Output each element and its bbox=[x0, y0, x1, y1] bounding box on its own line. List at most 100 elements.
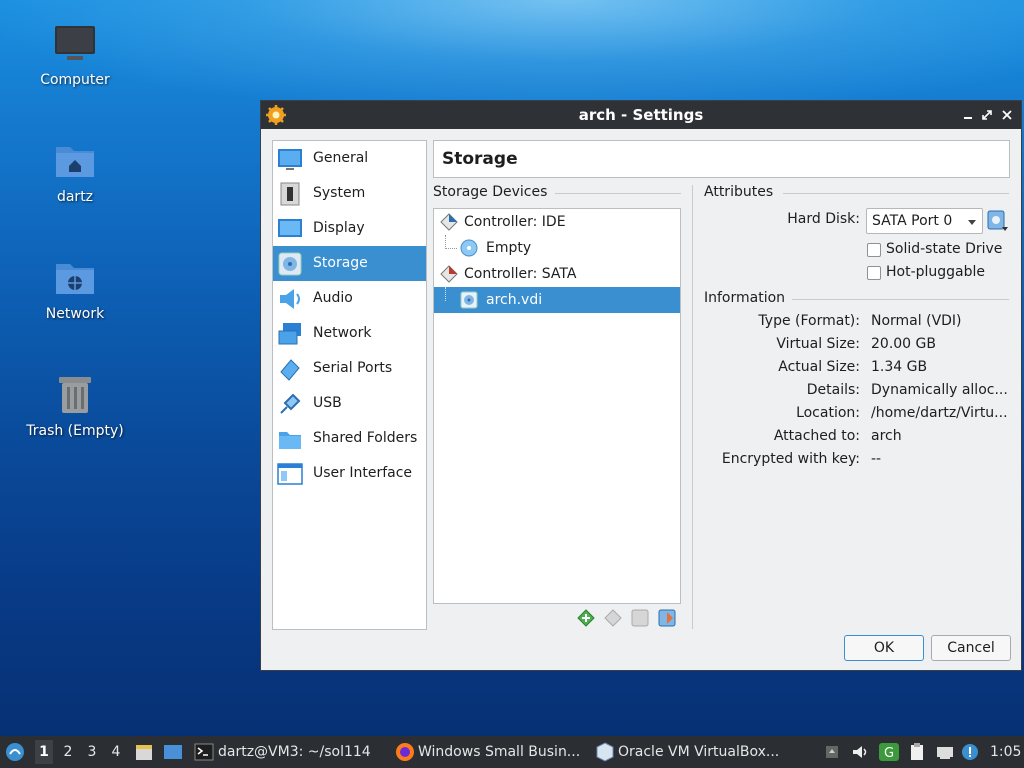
group-divider bbox=[555, 193, 681, 194]
nav-item-label: User Interface bbox=[313, 465, 413, 481]
svg-text:G: G bbox=[884, 746, 894, 761]
remove-attachment-icon[interactable] bbox=[657, 608, 677, 628]
tree-item-label: Empty bbox=[486, 240, 532, 256]
nav-item-network[interactable]: Network bbox=[273, 316, 426, 351]
desktop-icon-computer[interactable]: Computer bbox=[15, 22, 135, 88]
close-button[interactable] bbox=[997, 105, 1017, 125]
workspace-2[interactable]: 2 bbox=[59, 744, 77, 760]
trash-icon bbox=[53, 373, 97, 417]
group-divider bbox=[792, 299, 1009, 300]
nav-item-label: General bbox=[313, 150, 369, 166]
serial-ports-icon bbox=[277, 356, 303, 382]
hard-disk-label: Hard Disk: bbox=[787, 211, 860, 227]
desktop-icon-label: dartz bbox=[56, 189, 94, 205]
remove-controller-icon[interactable] bbox=[603, 608, 623, 628]
desktop-icon-trash[interactable]: Trash (Empty) bbox=[15, 373, 135, 439]
nav-item-label: System bbox=[313, 185, 366, 201]
chevron-down-icon bbox=[968, 220, 976, 225]
nav-item-system[interactable]: System bbox=[273, 176, 426, 211]
tree-item-empty[interactable]: Empty bbox=[434, 235, 680, 261]
workspace-4[interactable]: 4 bbox=[107, 744, 125, 760]
settings-dialog: arch - Settings General System Display S… bbox=[260, 100, 1022, 671]
usb-icon bbox=[277, 391, 303, 417]
app-menu-icon[interactable] bbox=[5, 742, 25, 762]
home-folder-icon bbox=[53, 139, 97, 183]
close-icon bbox=[1002, 110, 1012, 120]
desktop-icon-network[interactable]: Network bbox=[15, 256, 135, 322]
file-manager-icon[interactable] bbox=[134, 742, 154, 762]
tree-item-controller-sata[interactable]: Controller: SATA bbox=[434, 261, 680, 287]
tray-arrow-icon[interactable] bbox=[822, 742, 842, 762]
tree-item-arch-vdi[interactable]: arch.vdi bbox=[434, 287, 680, 313]
hard-disk-icon bbox=[460, 291, 478, 313]
show-desktop-icon[interactable] bbox=[163, 742, 183, 762]
restore-button[interactable] bbox=[977, 105, 997, 125]
nav-item-storage[interactable]: Storage bbox=[273, 246, 426, 281]
tree-item-label: arch.vdi bbox=[486, 292, 543, 308]
minimize-icon bbox=[964, 117, 972, 119]
info-key: Type (Format): bbox=[758, 313, 860, 329]
tree-connector bbox=[445, 248, 457, 249]
info-value-actual-size: 1.34 GB bbox=[871, 359, 928, 375]
desktop-icon-label: Computer bbox=[40, 72, 110, 88]
desktop-wallpaper bbox=[0, 0, 1024, 110]
nav-item-label: Shared Folders bbox=[313, 430, 418, 446]
update-manager-icon[interactable]: G bbox=[878, 742, 899, 762]
workspace-3[interactable]: 3 bbox=[83, 744, 101, 760]
hard-disk-port-select[interactable]: SATA Port 0 bbox=[866, 208, 983, 234]
hot-pluggable-label: Hot-pluggable bbox=[886, 264, 986, 280]
page-title: Storage bbox=[442, 149, 518, 169]
info-value-type: Normal (VDI) bbox=[871, 313, 962, 329]
user-interface-icon bbox=[277, 461, 303, 487]
audio-icon bbox=[277, 286, 303, 312]
nav-item-serial-ports[interactable]: Serial Ports bbox=[273, 351, 426, 386]
nav-item-label: Serial Ports bbox=[313, 360, 393, 376]
solid-state-drive-checkbox[interactable] bbox=[867, 243, 881, 257]
nav-item-label: Network bbox=[313, 325, 372, 341]
panel-separator bbox=[692, 185, 693, 629]
minimize-button[interactable] bbox=[958, 105, 978, 125]
controller-icon bbox=[440, 265, 458, 287]
info-key: Details: bbox=[806, 382, 860, 398]
cancel-button[interactable]: Cancel bbox=[931, 635, 1011, 661]
nav-item-user-interface[interactable]: User Interface bbox=[273, 456, 426, 491]
info-value-details: Dynamically alloc... bbox=[871, 382, 1008, 398]
info-value-location: /home/dartz/Virtu... bbox=[871, 405, 1008, 421]
nav-item-usb[interactable]: USB bbox=[273, 386, 426, 421]
info-key: Attached to: bbox=[773, 428, 860, 444]
tree-item-controller-ide[interactable]: Controller: IDE bbox=[434, 209, 680, 235]
restore-icon bbox=[982, 110, 992, 120]
task-virtualbox[interactable]: Oracle VM VirtualBox... bbox=[618, 744, 779, 760]
taskbar: 1 2 3 4 dartz@VM3: ~/sol114 Windows Smal… bbox=[0, 736, 1024, 768]
nav-item-label: USB bbox=[313, 395, 342, 411]
nav-item-display[interactable]: Display bbox=[273, 211, 426, 246]
task-terminal[interactable]: dartz@VM3: ~/sol114 bbox=[218, 744, 371, 760]
notification-icon[interactable] bbox=[960, 742, 980, 762]
add-controller-icon[interactable] bbox=[576, 608, 596, 628]
dialog-title: arch - Settings bbox=[578, 106, 704, 124]
nav-item-shared-folders[interactable]: Shared Folders bbox=[273, 421, 426, 456]
settings-nav-list: General System Display Storage Audio Net… bbox=[272, 140, 427, 630]
info-key: Location: bbox=[796, 405, 860, 421]
general-icon bbox=[277, 146, 303, 172]
nav-item-audio[interactable]: Audio bbox=[273, 281, 426, 316]
hot-pluggable-checkbox[interactable] bbox=[867, 266, 881, 280]
info-value-virtual-size: 20.00 GB bbox=[871, 336, 936, 352]
choose-disk-icon[interactable] bbox=[987, 210, 1009, 236]
task-firefox[interactable]: Windows Small Busin... bbox=[418, 744, 580, 760]
terminal-icon bbox=[194, 742, 214, 762]
desktop-icon-dartz[interactable]: dartz bbox=[15, 139, 135, 205]
network-status-icon[interactable] bbox=[935, 742, 955, 762]
clipboard-icon[interactable] bbox=[907, 742, 927, 762]
clock[interactable]: 1:05 bbox=[990, 744, 1021, 760]
hard-disk-port-value: SATA Port 0 bbox=[872, 213, 953, 229]
network-folder-icon bbox=[53, 256, 97, 300]
page-heading: Storage bbox=[433, 140, 1010, 178]
nav-item-general[interactable]: General bbox=[273, 141, 426, 176]
workspace-1[interactable]: 1 bbox=[35, 740, 53, 764]
ok-button[interactable]: OK bbox=[844, 635, 924, 661]
volume-icon[interactable] bbox=[850, 742, 870, 762]
nav-item-label: Audio bbox=[313, 290, 353, 306]
add-attachment-icon[interactable] bbox=[630, 608, 650, 628]
dialog-titlebar[interactable]: arch - Settings bbox=[261, 101, 1021, 129]
